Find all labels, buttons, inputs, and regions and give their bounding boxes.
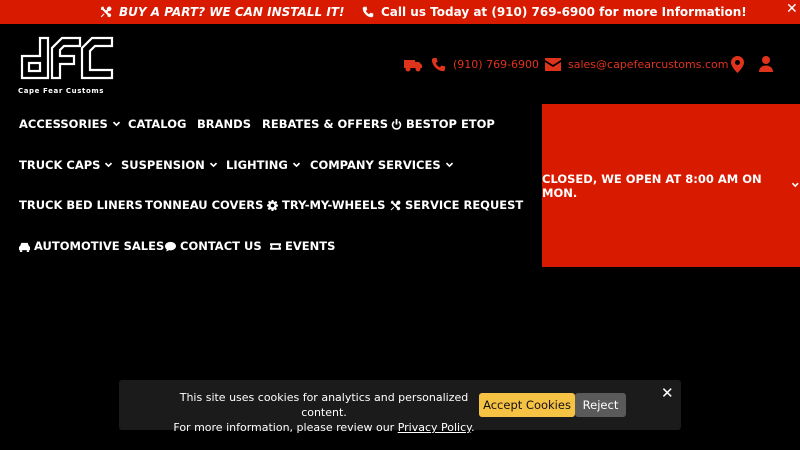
nav-contact-us[interactable]: CONTACT US — [165, 236, 262, 256]
nav-service-request-label: SERVICE REQUEST — [405, 198, 524, 212]
promo-close-button[interactable]: ✕ — [786, 1, 798, 17]
header-phone-number: (910) 769-6900 — [453, 57, 540, 71]
tools-icon — [390, 199, 401, 210]
chevron-down-icon — [105, 162, 113, 167]
nav-events-label: EVENTS — [285, 239, 336, 253]
header-email-address: sales@capefearcustoms.com — [568, 57, 729, 71]
logo-tagline: Cape Fear Customs — [18, 87, 105, 95]
header-email-link[interactable]: sales@capefearcustoms.com — [545, 55, 728, 73]
promo-bar: BUY A PART? WE CAN INSTALL IT! Call us T… — [0, 0, 800, 24]
nav-brands-label: BRANDS — [197, 117, 251, 131]
nav-lighting[interactable]: LIGHTING — [226, 155, 301, 175]
nav-tonneau-covers[interactable]: TONNEAU COVERS — [145, 195, 263, 215]
nav-truck-caps-label: TRUCK CAPS — [19, 158, 101, 172]
truck-icon — [404, 60, 422, 72]
location-button[interactable] — [731, 55, 744, 73]
nav-auto-sales-label: AUTOMOTIVE SALES — [34, 239, 165, 253]
car-icon — [19, 242, 30, 252]
call-text: Call us Today at (910) 769-6900 for more… — [381, 5, 747, 19]
chevron-down-icon — [112, 121, 120, 126]
nav-suspension-label: SUSPENSION — [121, 158, 205, 172]
nav-events[interactable]: EVENTS — [270, 236, 335, 256]
nav-rebates-offers[interactable]: REBATES & OFFERS — [262, 114, 388, 134]
user-icon — [759, 56, 773, 72]
nav-lighting-label: LIGHTING — [226, 158, 288, 172]
accept-cookies-button[interactable]: Accept Cookies — [479, 393, 575, 417]
cookie-message-line1: This site uses cookies for analytics and… — [179, 391, 469, 419]
nav-truck-bed-liners[interactable]: TRUCK BED LINERS — [19, 195, 143, 215]
nav-rebates-label: REBATES & OFFERS — [262, 117, 388, 131]
nav-tonneau-label: TONNEAU COVERS — [145, 198, 264, 212]
map-pin-icon — [731, 55, 744, 73]
nav-bed-liners-label: TRUCK BED LINERS — [19, 198, 143, 212]
promo-message[interactable]: BUY A PART? WE CAN INSTALL IT! — [100, 0, 344, 24]
promo-text: BUY A PART? WE CAN INSTALL IT! — [119, 5, 345, 19]
nav-accessories[interactable]: ACCESSORIES — [19, 114, 121, 134]
nav-brands[interactable]: BRANDS — [197, 114, 251, 134]
phone-icon — [431, 57, 446, 71]
nav-try-wheels-label: TRY-MY-WHEELS — [282, 198, 386, 212]
power-icon — [391, 118, 402, 130]
cookie-close-button[interactable]: ✕ — [661, 384, 674, 402]
nav-bestop-etop[interactable]: BESTOP ETOP — [391, 114, 495, 134]
tools-icon — [100, 6, 112, 18]
chat-bubble-icon — [165, 241, 176, 252]
nav-try-my-wheels[interactable]: TRY-MY-WHEELS — [267, 195, 385, 215]
chevron-down-icon — [792, 182, 800, 188]
nav-catalog-label: CATALOG — [128, 117, 187, 131]
privacy-policy-link[interactable]: Privacy Policy — [398, 421, 471, 434]
call-message[interactable]: Call us Today at (910) 769-6900 for more… — [362, 0, 747, 24]
nav-automotive-sales[interactable]: AUTOMOTIVE SALES — [19, 236, 164, 256]
store-hours-panel[interactable]: CLOSED, WE OPEN AT 8:00 AM ON MON. — [542, 104, 800, 267]
nav-truck-caps[interactable]: TRUCK CAPS — [19, 155, 113, 175]
site-logo[interactable]: Cape Fear Customs — [18, 34, 114, 96]
envelope-icon — [545, 57, 561, 71]
header-phone-link[interactable]: (910) 769-6900 — [431, 55, 539, 73]
gear-icon — [267, 199, 278, 211]
chevron-down-icon — [445, 162, 453, 167]
nav-company-services[interactable]: COMPANY SERVICES — [310, 155, 454, 175]
ticket-icon — [270, 242, 281, 250]
nav-catalog[interactable]: CATALOG — [128, 114, 186, 134]
nav-company-services-label: COMPANY SERVICES — [310, 158, 441, 172]
cookie-message-line2: For more information, please review our … — [159, 420, 489, 435]
nav-contact-us-label: CONTACT US — [180, 239, 262, 253]
dfc-logo-mark — [20, 36, 114, 80]
nav-bestop-label: BESTOP ETOP — [406, 117, 495, 131]
cookie-line2-prefix: For more information, please review our — [173, 421, 398, 434]
cookie-line2-suffix: . — [471, 421, 475, 434]
phone-icon — [362, 6, 374, 18]
nav-accessories-label: ACCESSORIES — [19, 117, 108, 131]
cookie-banner: This site uses cookies for analytics and… — [119, 380, 681, 434]
reject-cookies-button[interactable]: Reject — [575, 393, 626, 417]
cookie-message: This site uses cookies for analytics and… — [159, 390, 489, 435]
nav-suspension[interactable]: SUSPENSION — [121, 155, 218, 175]
chevron-down-icon — [292, 162, 300, 167]
account-button[interactable] — [759, 55, 773, 73]
store-hours-text: CLOSED, WE OPEN AT 8:00 AM ON MON. — [542, 171, 762, 200]
chevron-down-icon — [209, 162, 217, 167]
truck-button[interactable] — [403, 55, 423, 73]
nav-service-request[interactable]: SERVICE REQUEST — [390, 195, 523, 215]
